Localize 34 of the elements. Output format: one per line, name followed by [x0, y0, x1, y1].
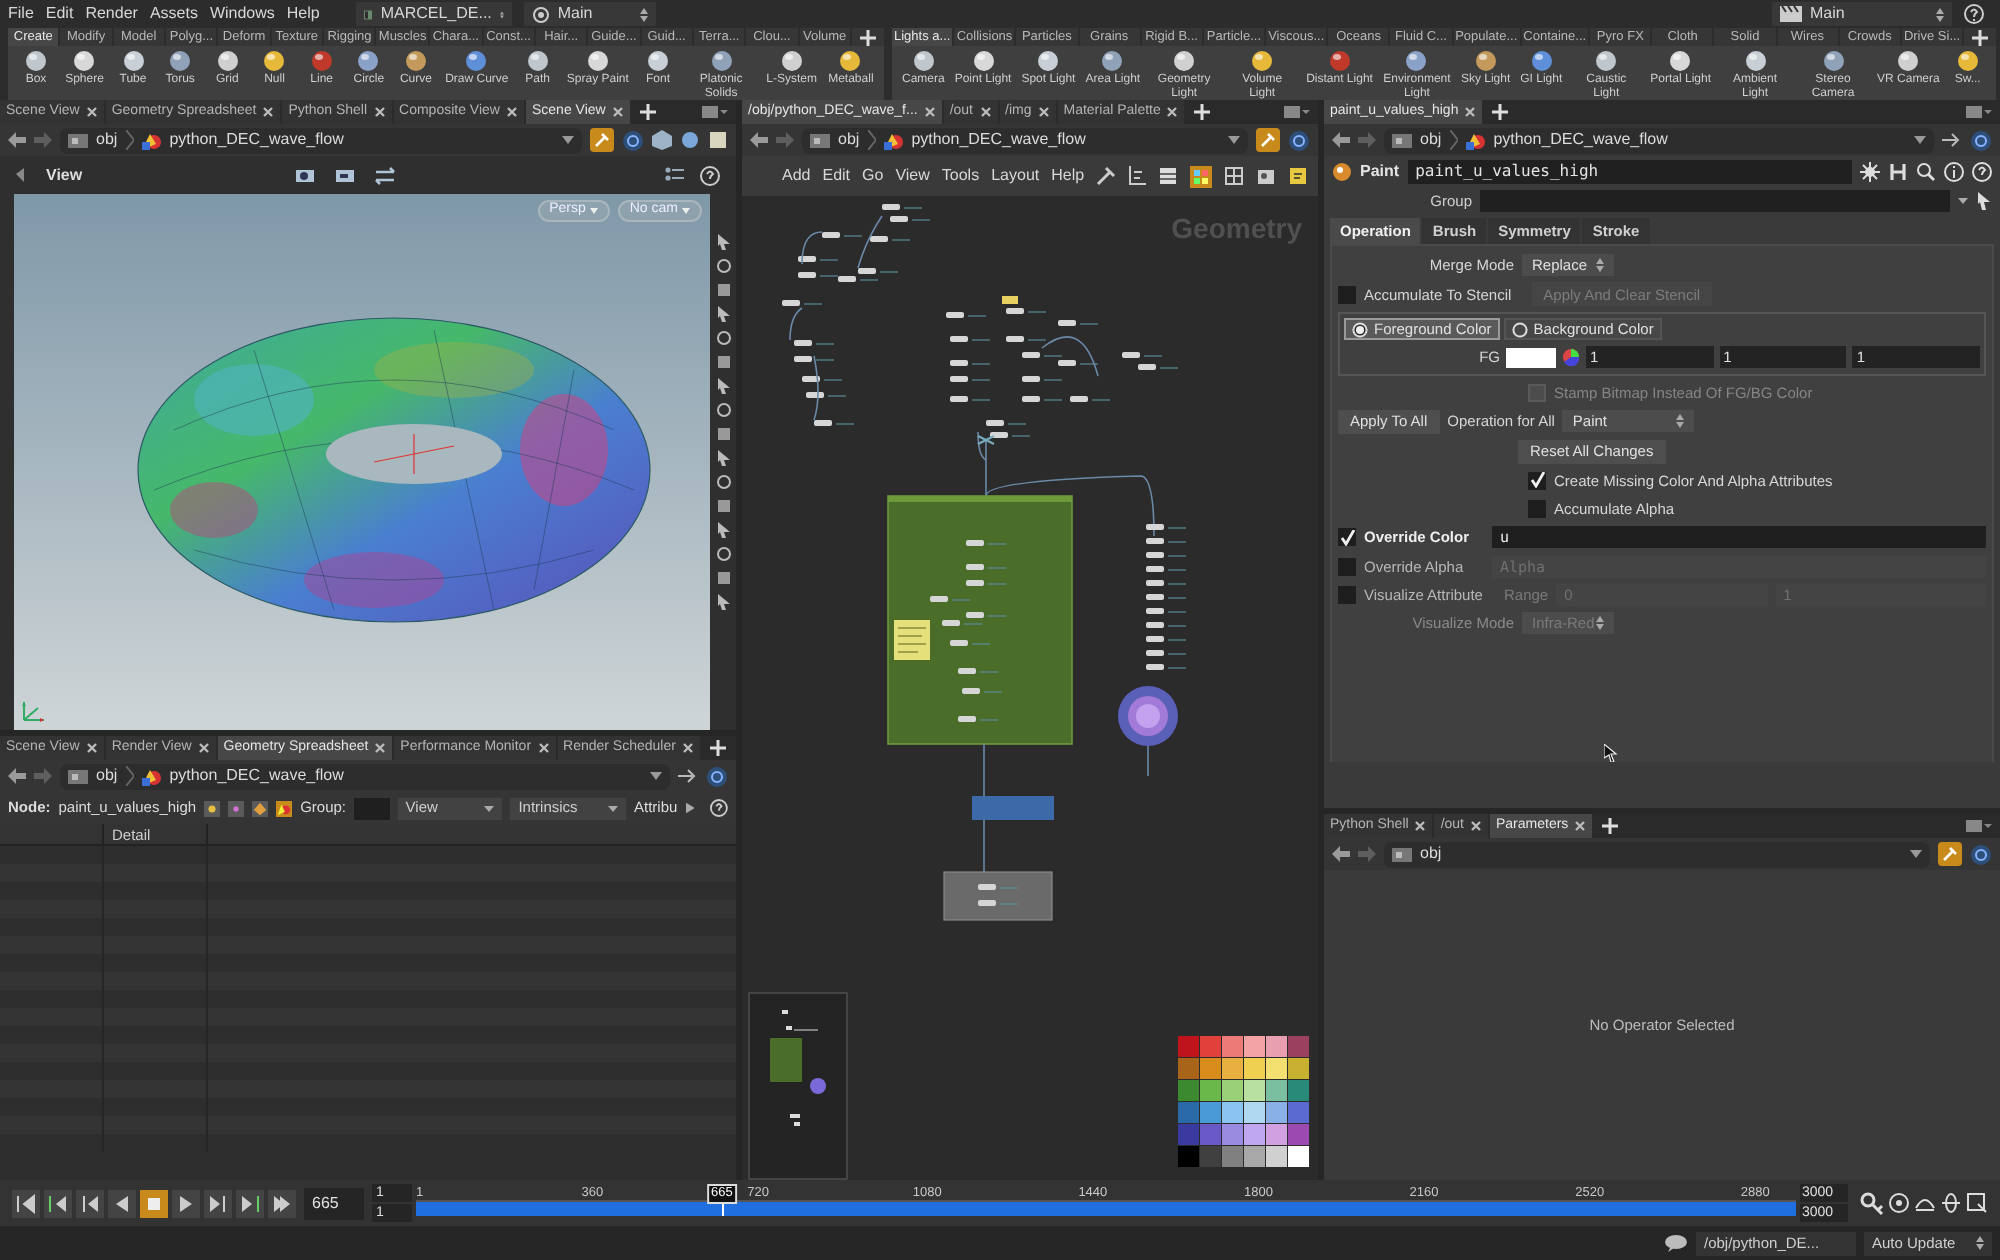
path-field[interactable]: obj python_DEC_wave_flow: [1384, 127, 1934, 153]
menu-item[interactable]: View: [895, 164, 930, 188]
path-field[interactable]: obj python_DEC_wave_flow: [802, 127, 1248, 153]
menu-item[interactable]: Help: [1051, 164, 1085, 188]
menu-item[interactable]: Tools: [941, 164, 980, 188]
node-name-field[interactable]: paint_u_values_high: [1407, 160, 1852, 184]
path-segment[interactable]: obj: [838, 128, 860, 152]
menu-item[interactable]: Render: [85, 2, 138, 26]
menu-item[interactable]: Windows: [209, 2, 275, 26]
menu-item[interactable]: File: [8, 2, 34, 26]
path-field[interactable]: obj python_DEC_wave_flow: [60, 127, 582, 153]
path-segment[interactable]: python_DEC_wave_flow: [1493, 128, 1668, 152]
path-segment[interactable]: obj: [1420, 842, 1442, 866]
desktop-menu[interactable]: MARCEL_DE...: [355, 2, 512, 26]
path-segment[interactable]: obj: [96, 128, 118, 152]
path-field[interactable]: obj python_DEC_wave_flow: [60, 763, 670, 789]
path-segment[interactable]: obj: [96, 764, 118, 788]
path-segment[interactable]: python_DEC_wave_flow: [169, 128, 344, 152]
menu-item[interactable]: Layout: [991, 164, 1040, 188]
path-segment[interactable]: python_DEC_wave_flow: [169, 764, 344, 788]
menu-item[interactable]: Edit: [822, 164, 851, 188]
frame-field[interactable]: 665: [304, 1187, 364, 1219]
node-type: Paint: [1360, 160, 1400, 184]
view-label: View: [46, 163, 83, 187]
menu-item[interactable]: Go: [862, 164, 884, 188]
menu-item[interactable]: Add: [782, 164, 811, 188]
menu-item[interactable]: Assets: [149, 2, 198, 26]
path-segment[interactable]: python_DEC_wave_flow: [911, 128, 1086, 152]
context-menu[interactable]: Main: [523, 2, 656, 26]
menu-item[interactable]: Help: [286, 2, 320, 26]
menu-item[interactable]: Edit: [45, 2, 74, 26]
context-menu[interactable]: Main: [1772, 2, 1952, 26]
path-segment[interactable]: obj: [1420, 128, 1442, 152]
path-field[interactable]: obj: [1384, 841, 1930, 867]
